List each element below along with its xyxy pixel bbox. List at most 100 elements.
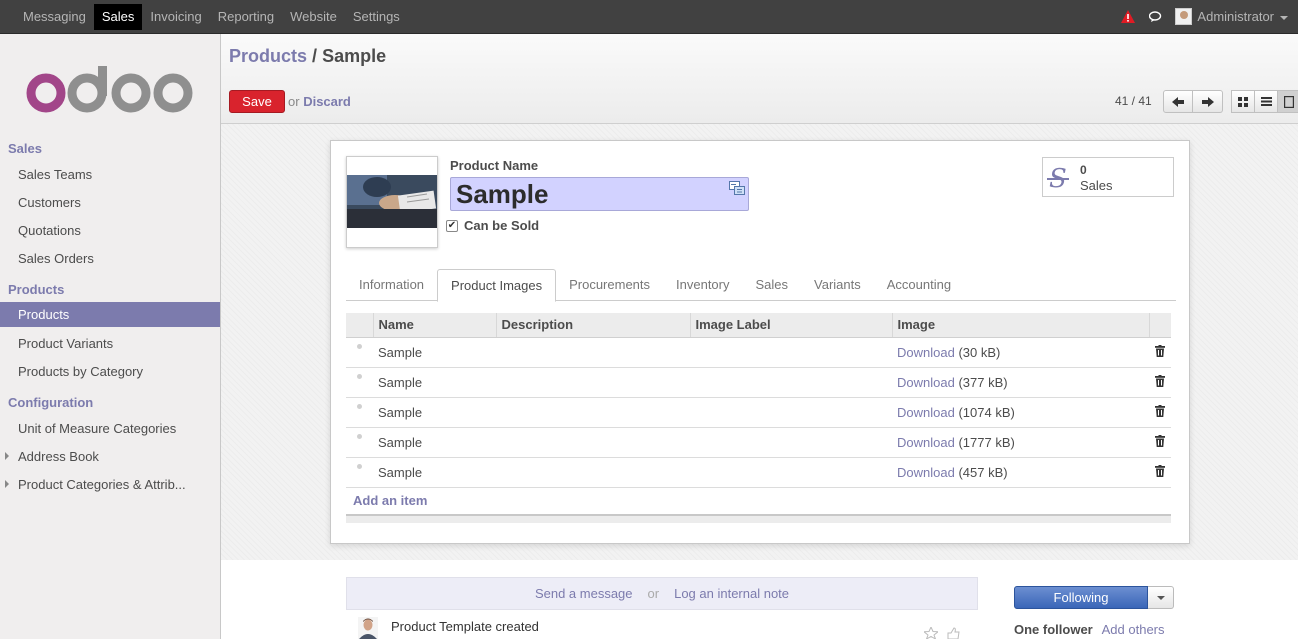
tab-variants[interactable]: Variants (801, 269, 874, 301)
warning-icon[interactable] (1121, 10, 1136, 23)
description-cell[interactable] (496, 427, 690, 458)
sidebar-item-sales-orders[interactable]: Sales Orders (0, 246, 220, 271)
download-link[interactable]: Download (897, 405, 955, 420)
sidebar-item-quotations[interactable]: Quotations (0, 218, 220, 243)
name-cell[interactable]: Sample (373, 367, 496, 398)
log-note-link[interactable]: Log an internal note (674, 586, 789, 601)
table-row[interactable]: Sample Download (1074 kB) (346, 397, 1171, 428)
form-view-button[interactable] (1277, 90, 1298, 113)
pager-next-button[interactable] (1193, 90, 1223, 113)
image-label-cell[interactable] (690, 337, 892, 368)
add-others-link[interactable]: Add others (1102, 622, 1165, 637)
can-be-sold-checkbox[interactable]: ✔ (446, 219, 458, 232)
tab-product-images[interactable]: Product Images (437, 269, 557, 302)
row-handle[interactable] (346, 367, 373, 398)
sidebar-item-uom-categories[interactable]: Unit of Measure Categories (0, 416, 220, 441)
drag-handle-icon[interactable] (357, 374, 362, 379)
tab-information[interactable]: Information (346, 269, 437, 301)
message-actions (924, 627, 960, 639)
follower-count[interactable]: One follower (1014, 622, 1093, 637)
download-link[interactable]: Download (897, 345, 955, 360)
download-link[interactable]: Download (897, 435, 955, 450)
trash-icon[interactable] (1155, 374, 1165, 387)
description-cell[interactable] (496, 397, 690, 428)
download-link[interactable]: Download (897, 375, 955, 390)
table-row[interactable]: Sample Download (377 kB) (346, 367, 1171, 398)
sales-stat-button[interactable]: S 0 Sales (1042, 157, 1174, 197)
top-menu-settings[interactable]: Settings (345, 0, 408, 33)
message-author-avatar[interactable] (358, 617, 378, 639)
image-label-cell[interactable] (690, 427, 892, 458)
name-cell[interactable]: Sample (373, 397, 496, 428)
breadcrumb-products-link[interactable]: Products (229, 46, 307, 66)
trash-icon[interactable] (1155, 464, 1165, 477)
top-menu-website[interactable]: Website (282, 0, 345, 33)
thumbs-up-icon[interactable] (946, 627, 960, 639)
drag-handle-icon[interactable] (357, 344, 362, 349)
top-menu-messaging[interactable]: Messaging (15, 0, 94, 33)
kanban-view-button[interactable] (1231, 90, 1255, 113)
image-column-header[interactable]: Image (891, 313, 1149, 338)
pager-previous-button[interactable] (1163, 90, 1193, 113)
image-cell: Download (377 kB) (892, 367, 1149, 398)
user-menu-caret-icon[interactable] (1280, 16, 1288, 20)
translate-icon[interactable] (729, 181, 745, 195)
sidebar-item-address-book[interactable]: Address Book (0, 444, 220, 469)
row-handle[interactable] (346, 427, 373, 458)
send-message-link[interactable]: Send a message (535, 586, 633, 601)
trash-icon[interactable] (1155, 344, 1165, 357)
table-row[interactable]: Sample Download (457 kB) (346, 457, 1171, 488)
top-menu-sales[interactable]: Sales (93, 4, 143, 30)
row-handle[interactable] (346, 457, 373, 488)
name-cell[interactable]: Sample (373, 427, 496, 458)
name-cell[interactable]: Sample (373, 337, 496, 368)
expand-arrow-icon[interactable] (5, 452, 9, 460)
drag-handle-icon[interactable] (357, 404, 362, 409)
product-name-input[interactable]: Sample (450, 177, 749, 211)
sidebar-item-customers[interactable]: Customers (0, 190, 220, 215)
tab-inventory[interactable]: Inventory (663, 269, 742, 301)
image-label-cell[interactable] (690, 367, 892, 398)
add-item-link[interactable]: Add an item (353, 493, 427, 508)
description-cell[interactable] (496, 457, 690, 488)
name-column-header[interactable]: Name (372, 313, 496, 338)
description-cell[interactable] (496, 337, 690, 368)
sidebar-item-products-by-category[interactable]: Products by Category (0, 359, 220, 384)
star-icon[interactable] (924, 627, 938, 639)
trash-icon[interactable] (1155, 404, 1165, 417)
name-cell[interactable]: Sample (373, 457, 496, 488)
image-label-cell[interactable] (690, 457, 892, 488)
user-avatar[interactable] (1175, 8, 1193, 25)
save-button[interactable]: Save (229, 90, 285, 113)
image-label-column-header[interactable]: Image Label (689, 313, 892, 338)
download-link[interactable]: Download (897, 465, 955, 480)
discard-button[interactable]: Discard (303, 94, 351, 109)
row-handle[interactable] (346, 337, 373, 368)
sidebar-item-product-variants[interactable]: Product Variants (0, 331, 220, 356)
following-button[interactable]: Following (1014, 586, 1148, 609)
trash-icon[interactable] (1155, 434, 1165, 447)
product-image[interactable] (346, 156, 438, 248)
list-view-button[interactable] (1254, 90, 1278, 113)
drag-handle-icon[interactable] (357, 434, 362, 439)
tab-accounting[interactable]: Accounting (874, 269, 964, 301)
description-column-header[interactable]: Description (495, 313, 690, 338)
pager-value[interactable]: 41 / 41 (1115, 94, 1152, 108)
table-row[interactable]: Sample Download (30 kB) (346, 337, 1171, 368)
description-cell[interactable] (496, 367, 690, 398)
tab-sales[interactable]: Sales (743, 269, 802, 301)
following-dropdown-button[interactable] (1148, 586, 1174, 609)
sidebar-item-sales-teams[interactable]: Sales Teams (0, 162, 220, 187)
sidebar-item-product-categories[interactable]: Product Categories & Attrib... (0, 472, 220, 497)
image-label-cell[interactable] (690, 397, 892, 428)
top-menu-invoicing[interactable]: Invoicing (142, 0, 209, 33)
table-row[interactable]: Sample Download (1777 kB) (346, 427, 1171, 458)
tab-procurements[interactable]: Procurements (556, 269, 663, 301)
user-name[interactable]: Administrator (1197, 9, 1274, 24)
chat-icon[interactable] (1149, 10, 1163, 23)
row-handle[interactable] (346, 397, 373, 428)
expand-arrow-icon[interactable] (5, 480, 9, 488)
top-menu-reporting[interactable]: Reporting (210, 0, 282, 33)
sidebar-item-products[interactable]: Products (0, 302, 220, 327)
drag-handle-icon[interactable] (357, 464, 362, 469)
